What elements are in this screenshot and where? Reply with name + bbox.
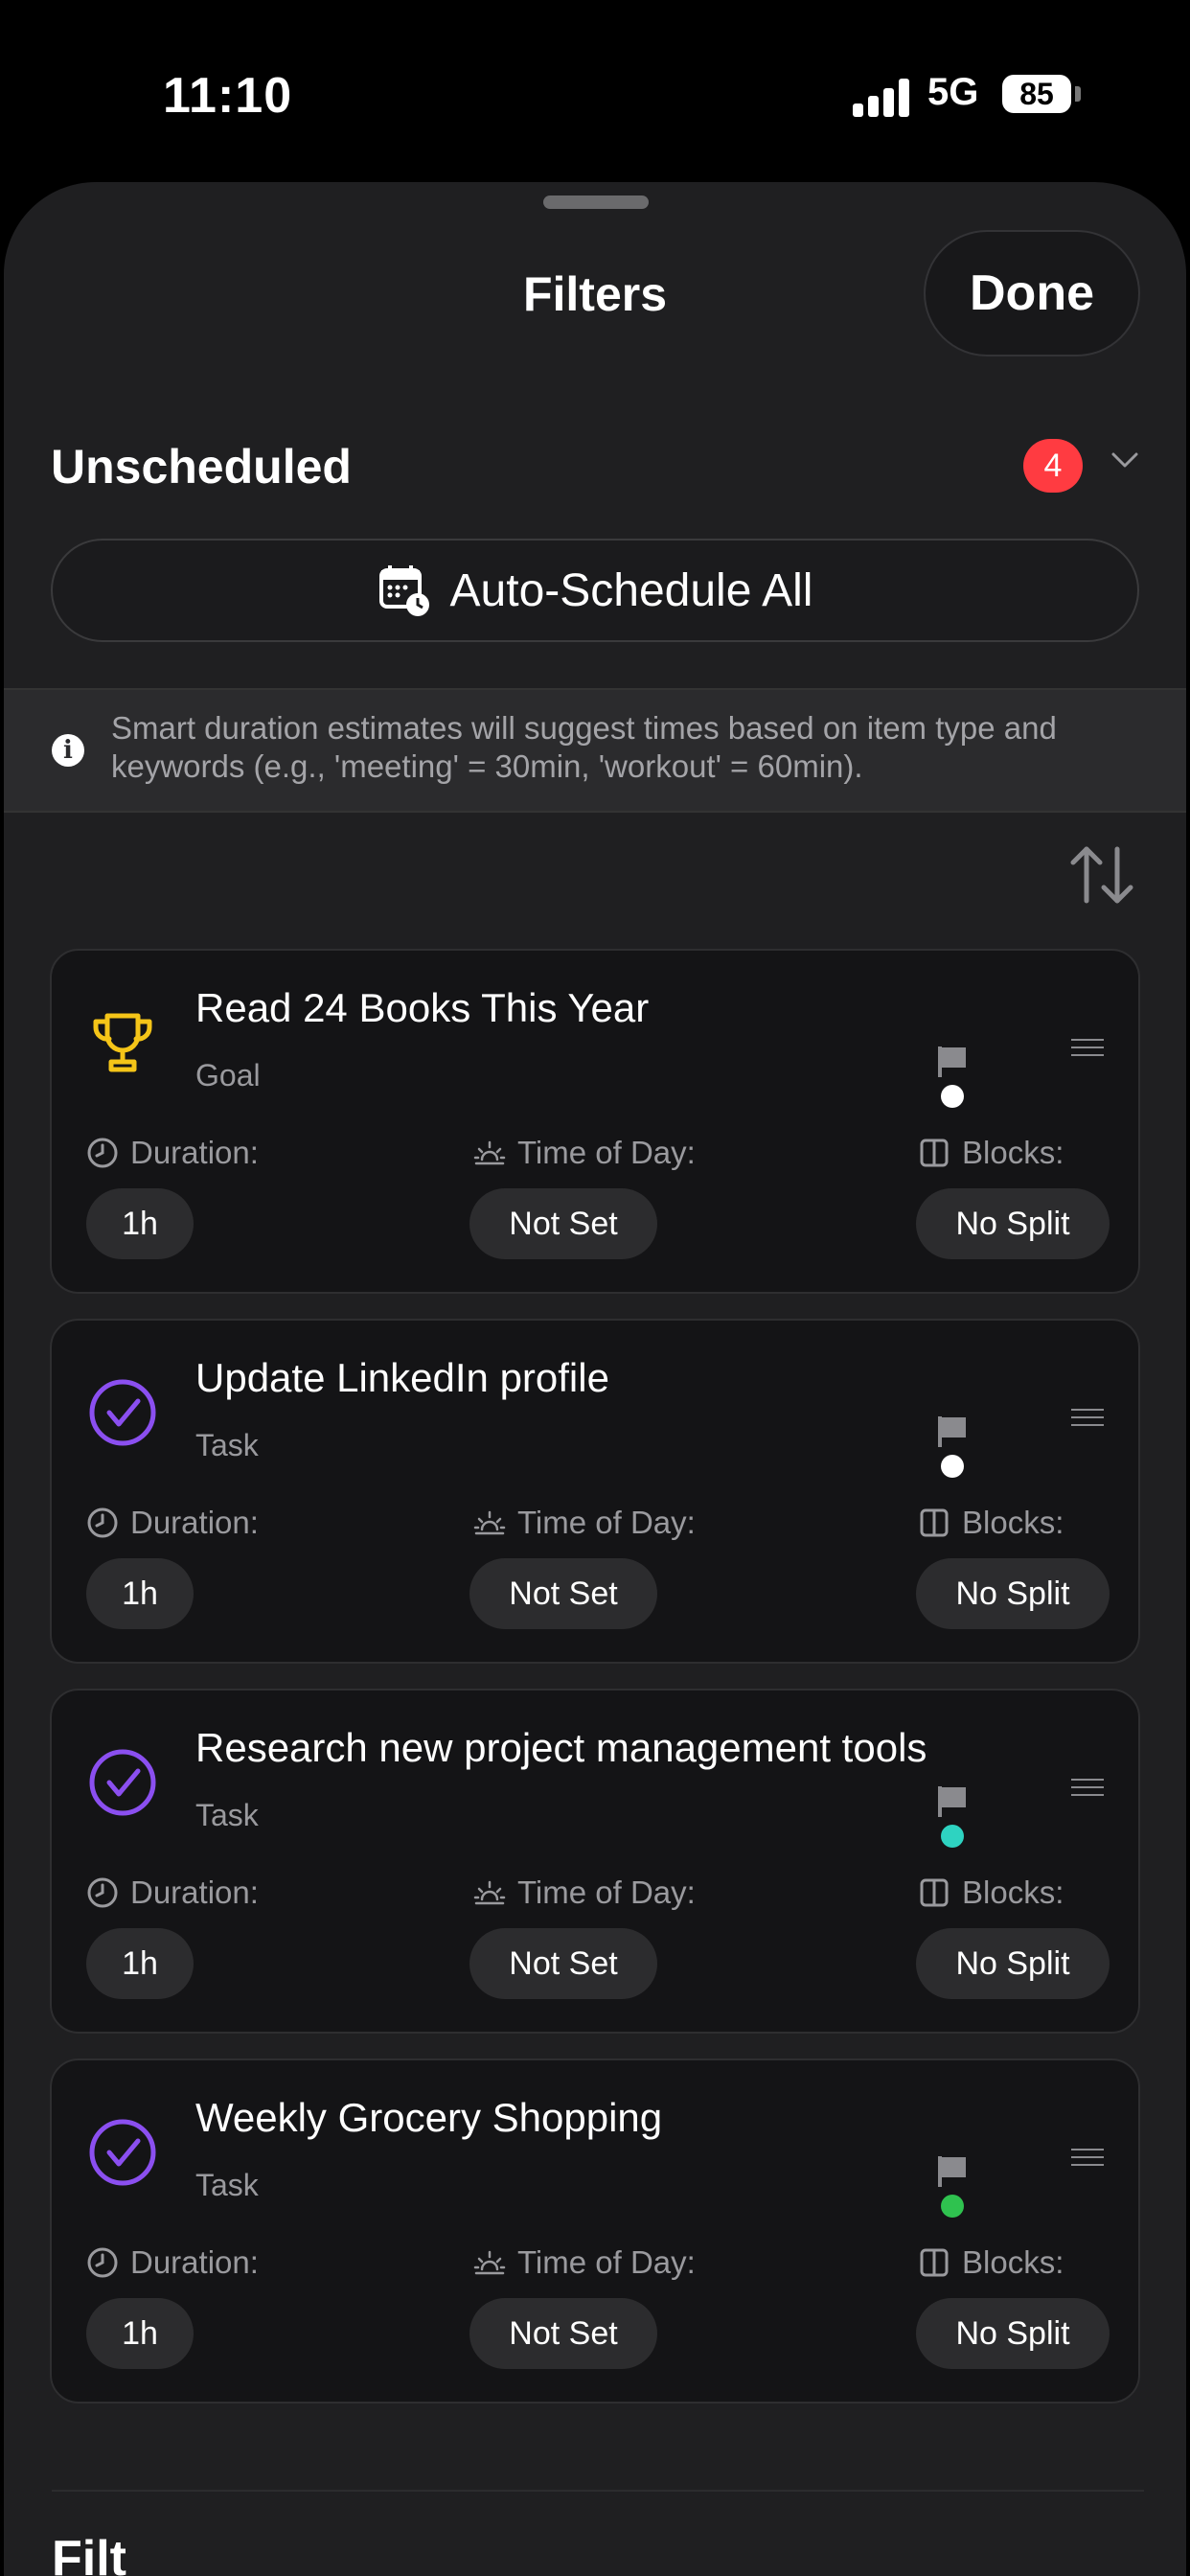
duration-label-text: Duration: <box>130 1874 259 1910</box>
priority-dot <box>941 1085 964 1108</box>
time-of-day-pill[interactable]: Not Set <box>469 1558 657 1629</box>
blocks-pill[interactable]: No Split <box>916 1558 1110 1629</box>
flag-icon[interactable] <box>935 2154 970 2189</box>
item-title[interactable]: Research new project management tools <box>195 1725 927 1771</box>
time-of-day-label: Time of Day: <box>473 1505 696 1541</box>
drag-handle-icon[interactable] <box>1071 1779 1104 1798</box>
duration-label: Duration: <box>86 2244 259 2281</box>
drag-handle-icon[interactable] <box>1071 1039 1104 1058</box>
split-blocks-icon <box>920 2248 949 2277</box>
blocks-label: Blocks: <box>918 1505 1064 1541</box>
check-circle-icon[interactable] <box>86 2116 159 2189</box>
status-time: 11:10 <box>163 68 293 124</box>
split-blocks-icon <box>920 1138 949 1167</box>
sort-icon[interactable] <box>1065 841 1138 908</box>
item-type: Task <box>195 1798 259 1832</box>
time-of-day-pill[interactable]: Not Set <box>469 1928 657 1999</box>
clock-icon <box>87 2247 118 2278</box>
blocks-pill[interactable]: No Split <box>916 2298 1110 2369</box>
status-bar: 11:10 5G 85 <box>0 0 1190 182</box>
blocks-label-text: Blocks: <box>962 2244 1064 2280</box>
blocks-label: Blocks: <box>918 1874 1064 1911</box>
chevron-down-icon[interactable] <box>1106 441 1144 479</box>
done-button[interactable]: Done <box>924 230 1140 356</box>
time-of-day-label-text: Time of Day: <box>517 1135 696 1170</box>
time-of-day-pill[interactable]: Not Set <box>469 1188 657 1259</box>
network-type: 5G <box>927 71 979 113</box>
item-title[interactable]: Read 24 Books This Year <box>195 985 649 1031</box>
item-type: Task <box>195 1428 259 1462</box>
duration-label-text: Duration: <box>130 1505 259 1540</box>
item-card[interactable]: Research new project management tools Ta… <box>50 1689 1140 2034</box>
item-title[interactable]: Weekly Grocery Shopping <box>195 2095 662 2141</box>
time-of-day-label: Time of Day: <box>473 2244 696 2281</box>
count-badge: 4 <box>1023 439 1083 493</box>
battery-icon: 85 <box>1002 75 1083 117</box>
clock-icon <box>87 1138 118 1168</box>
section-title: Unscheduled <box>51 440 352 494</box>
split-blocks-icon <box>920 1878 949 1907</box>
duration-label: Duration: <box>86 1505 259 1541</box>
sheet-grabber[interactable] <box>543 196 649 209</box>
flag-icon[interactable] <box>935 1784 970 1819</box>
item-title[interactable]: Update LinkedIn profile <box>195 1355 609 1401</box>
clock-icon <box>87 1507 118 1538</box>
duration-label: Duration: <box>86 1874 259 1911</box>
priority-dot <box>941 1825 964 1848</box>
time-of-day-label: Time of Day: <box>473 1135 696 1171</box>
item-card[interactable]: Weekly Grocery Shopping Task Duration: T… <box>50 2058 1140 2404</box>
section-divider <box>52 2490 1144 2492</box>
filters-sheet: Filters Done Unscheduled 4 Auto-Schedule… <box>4 182 1186 2576</box>
duration-pill[interactable]: 1h <box>86 2298 194 2369</box>
sunrise-icon <box>473 1140 506 1165</box>
duration-label: Duration: <box>86 1135 259 1171</box>
check-circle-icon[interactable] <box>86 1746 159 1819</box>
info-icon: i <box>52 734 84 767</box>
duration-pill[interactable]: 1h <box>86 1188 194 1259</box>
sunrise-icon <box>473 1880 506 1905</box>
filters-section-title: Filt <box>52 2531 126 2576</box>
flag-icon[interactable] <box>935 1045 970 1079</box>
time-of-day-label-text: Time of Day: <box>517 2244 696 2280</box>
item-type: Goal <box>195 1058 261 1092</box>
blocks-pill[interactable]: No Split <box>916 1188 1110 1259</box>
sunrise-icon <box>473 2250 506 2275</box>
item-type: Task <box>195 2168 259 2202</box>
duration-pill[interactable]: 1h <box>86 1928 194 1999</box>
blocks-label-text: Blocks: <box>962 1505 1064 1540</box>
time-of-day-pill[interactable]: Not Set <box>469 2298 657 2369</box>
drag-handle-icon[interactable] <box>1071 1409 1104 1428</box>
blocks-label-text: Blocks: <box>962 1135 1064 1170</box>
auto-schedule-button[interactable]: Auto-Schedule All <box>51 539 1139 642</box>
check-circle-icon[interactable] <box>86 1376 159 1449</box>
calendar-clock-icon <box>378 565 429 616</box>
sunrise-icon <box>473 1510 506 1535</box>
duration-label-text: Duration: <box>130 1135 259 1170</box>
duration-pill[interactable]: 1h <box>86 1558 194 1629</box>
time-of-day-label-text: Time of Day: <box>517 1874 696 1910</box>
time-of-day-label-text: Time of Day: <box>517 1505 696 1540</box>
blocks-pill[interactable]: No Split <box>916 1928 1110 1999</box>
split-blocks-icon <box>920 1508 949 1537</box>
clock-icon <box>87 1877 118 1908</box>
duration-label-text: Duration: <box>130 2244 259 2280</box>
info-text: Smart duration estimates will suggest ti… <box>111 710 1057 784</box>
priority-dot <box>941 2195 964 2218</box>
cellular-signal-icon <box>853 79 910 117</box>
flag-icon[interactable] <box>935 1414 970 1449</box>
trophy-icon <box>93 1013 152 1072</box>
blocks-label: Blocks: <box>918 2244 1064 2281</box>
time-of-day-label: Time of Day: <box>473 1874 696 1911</box>
item-card[interactable]: Update LinkedIn profile Task Duration: T… <box>50 1319 1140 1664</box>
info-banner: i Smart duration estimates will suggest … <box>4 688 1186 813</box>
auto-schedule-label: Auto-Schedule All <box>449 564 813 616</box>
blocks-label-text: Blocks: <box>962 1874 1064 1910</box>
blocks-label: Blocks: <box>918 1135 1064 1171</box>
item-card[interactable]: Read 24 Books This Year Goal Duration: T… <box>50 949 1140 1294</box>
priority-dot <box>941 1455 964 1478</box>
battery-level: 85 <box>1002 75 1071 113</box>
drag-handle-icon[interactable] <box>1071 2149 1104 2168</box>
